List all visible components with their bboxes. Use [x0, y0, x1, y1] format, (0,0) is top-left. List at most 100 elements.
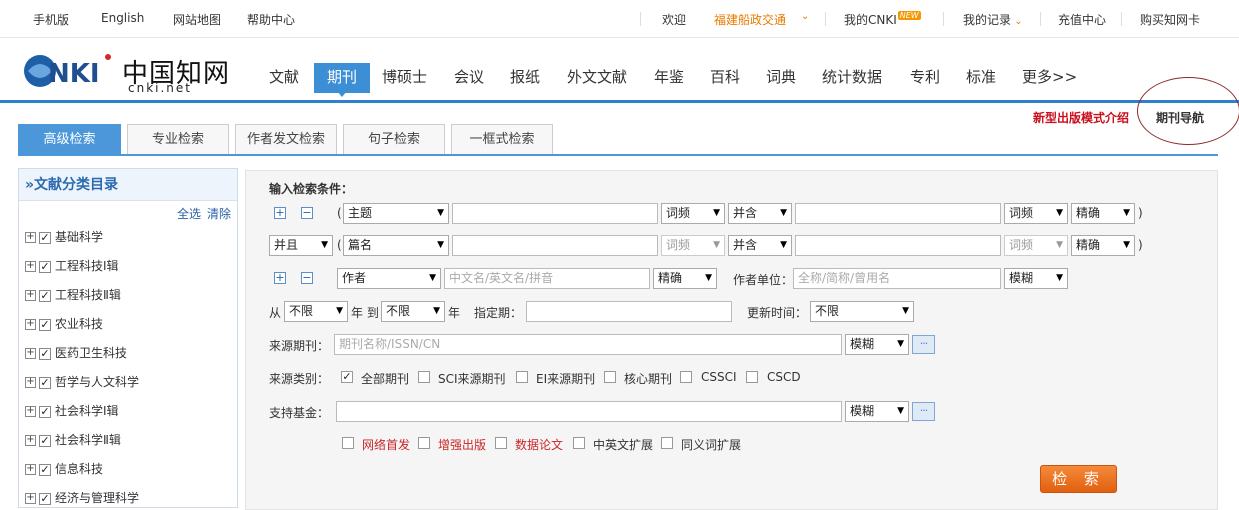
option-sci[interactable]: SCI来源期刊	[438, 370, 506, 387]
add-author-icon[interactable]: +	[274, 272, 286, 284]
unit-match-select[interactable]: 模糊 ▼	[1004, 268, 1068, 289]
sidebar-item-label[interactable]: 信息科技	[55, 462, 103, 476]
org-name[interactable]: 福建船政交通	[714, 11, 786, 28]
source-journal-input[interactable]: 期刊名称/ISSN/CN	[334, 334, 842, 355]
nav-item-dictionary[interactable]: 词典	[766, 64, 796, 94]
mobile-link[interactable]: 手机版	[33, 11, 69, 28]
option-ei[interactable]: EI来源期刊	[536, 370, 595, 387]
nav-item-newspaper[interactable]: 报纸	[510, 64, 540, 94]
nav-item-standard[interactable]: 标准	[966, 64, 996, 94]
nav-item-statistics[interactable]: 统计数据	[822, 64, 882, 94]
nav-item-foreign[interactable]: 外文文献	[567, 64, 627, 94]
sidebar-item-label[interactable]: 基础科学	[55, 230, 103, 244]
field-select-1[interactable]: 主题 ▼	[343, 203, 449, 224]
more-options-button[interactable]: ···	[912, 335, 935, 354]
update-time-select[interactable]: 不限 ▼	[810, 301, 914, 322]
sidebar-item-label[interactable]: 社会科学Ⅱ辑	[55, 433, 121, 447]
checkbox-data-paper[interactable]	[495, 437, 507, 449]
nav-item-journal[interactable]: 期刊	[314, 63, 370, 93]
tab-sentence-search[interactable]: 句子检索	[343, 124, 445, 154]
english-link[interactable]: English	[101, 11, 144, 25]
new-mode-link[interactable]: 新型出版模式介绍	[1033, 109, 1129, 126]
clear-link[interactable]: 清除	[207, 205, 231, 222]
add-row-icon[interactable]: +	[274, 207, 286, 219]
expand-icon[interactable]: +	[25, 290, 36, 301]
option-cn-en-expand[interactable]: 中英文扩展	[593, 436, 653, 453]
option-cssci[interactable]: CSSCI	[701, 370, 737, 384]
buy-card-link[interactable]: 购买知网卡	[1140, 11, 1200, 28]
keyword-input-4[interactable]	[795, 235, 1001, 256]
option-core[interactable]: 核心期刊	[624, 370, 672, 387]
checkbox-checked[interactable]: ✓	[39, 231, 51, 244]
combine-select-1[interactable]: 并含 ▼	[728, 203, 792, 224]
nav-item-thesis[interactable]: 博硕士	[382, 64, 427, 94]
expand-icon[interactable]: +	[25, 435, 36, 446]
option-data-paper[interactable]: 数据论文	[515, 436, 563, 453]
option-cscd[interactable]: CSCD	[767, 370, 801, 384]
from-year-select[interactable]: 不限 ▼	[284, 301, 348, 322]
checkbox-all-journals[interactable]: ✓	[341, 371, 353, 383]
checkbox-checked[interactable]: ✓	[39, 492, 51, 505]
freq-select-4[interactable]: 词频 ▼	[1004, 235, 1068, 256]
select-all-link[interactable]: 全选	[177, 205, 201, 222]
checkbox-online-first[interactable]	[342, 437, 354, 449]
combine-select-2[interactable]: 并含 ▼	[728, 235, 792, 256]
tab-onebox-search[interactable]: 一框式检索	[451, 124, 553, 154]
expand-icon[interactable]: +	[25, 319, 36, 330]
tab-author-search[interactable]: 作者发文检索	[235, 124, 337, 154]
option-synonym-expand[interactable]: 同义词扩展	[681, 436, 741, 453]
author-unit-input[interactable]: 全称/简称/曾用名	[793, 268, 1001, 289]
search-button[interactable]: 检 索	[1040, 465, 1117, 493]
nav-item-conference[interactable]: 会议	[454, 64, 484, 94]
checkbox-cn-en-expand[interactable]	[573, 437, 585, 449]
source-match-select[interactable]: 模糊 ▼	[845, 334, 909, 355]
expand-icon[interactable]: +	[25, 232, 36, 243]
nav-item-yearbook[interactable]: 年鉴	[654, 64, 684, 94]
tab-advanced-search[interactable]: 高级检索	[18, 124, 121, 154]
checkbox-checked[interactable]: ✓	[39, 318, 51, 331]
checkbox-cscd[interactable]	[746, 371, 758, 383]
sidebar-item-label[interactable]: 哲学与人文科学	[55, 375, 139, 389]
help-link[interactable]: 帮助中心	[247, 11, 295, 28]
sidebar-item-label[interactable]: 工程科技Ⅱ辑	[55, 288, 121, 302]
keyword-input-3[interactable]	[452, 235, 658, 256]
checkbox-ei[interactable]	[516, 371, 528, 383]
checkbox-checked[interactable]: ✓	[39, 376, 51, 389]
checkbox-checked[interactable]: ✓	[39, 434, 51, 447]
checkbox-synonym-expand[interactable]	[661, 437, 673, 449]
field-select-2[interactable]: 篇名 ▼	[343, 235, 449, 256]
sidebar-item-label[interactable]: 经济与管理科学	[55, 491, 139, 505]
more-options-button[interactable]: ···	[912, 402, 935, 421]
recharge-link[interactable]: 充值中心	[1058, 11, 1106, 28]
author-name-input[interactable]: 中文名/英文名/拼音	[444, 268, 650, 289]
fund-match-select[interactable]: 模糊 ▼	[845, 401, 909, 422]
checkbox-checked[interactable]: ✓	[39, 260, 51, 273]
expand-icon[interactable]: +	[25, 493, 36, 504]
mycnki-link[interactable]: 我的CNKI NEW	[844, 11, 921, 28]
freq-select-2[interactable]: 词频 ▼	[1004, 203, 1068, 224]
sidebar-item-label[interactable]: 工程科技Ⅰ辑	[55, 259, 119, 273]
match-select-1[interactable]: 精确 ▼	[1071, 203, 1135, 224]
sidebar-item-label[interactable]: 农业科技	[55, 317, 103, 331]
fund-input[interactable]	[336, 401, 842, 422]
option-all-journals[interactable]: 全部期刊	[361, 370, 409, 387]
expand-icon[interactable]: +	[25, 377, 36, 388]
expand-icon[interactable]: +	[25, 348, 36, 359]
checkbox-checked[interactable]: ✓	[39, 289, 51, 302]
cnki-logo[interactable]: NKI 中国知网 cnki.net	[22, 49, 229, 95]
nav-item-more[interactable]: 更多>>	[1022, 64, 1077, 94]
chevron-down-icon[interactable]: ⌄	[801, 11, 809, 22]
remove-row-icon[interactable]: −	[301, 207, 313, 219]
author-field-select[interactable]: 作者 ▼	[337, 268, 441, 289]
logic-select-2[interactable]: 并且 ▼	[269, 235, 333, 256]
author-match-select[interactable]: 精确 ▼	[653, 268, 717, 289]
records-link[interactable]: 我的记录 ⌄	[963, 11, 1023, 28]
checkbox-sci[interactable]	[418, 371, 430, 383]
freq-select-3[interactable]: 词频 ▼	[661, 235, 725, 256]
expand-icon[interactable]: +	[25, 261, 36, 272]
checkbox-checked[interactable]: ✓	[39, 405, 51, 418]
keyword-input-2[interactable]	[795, 203, 1001, 224]
nav-item-patent[interactable]: 专利	[910, 64, 940, 94]
freq-select-1[interactable]: 词频 ▼	[661, 203, 725, 224]
checkbox-checked[interactable]: ✓	[39, 463, 51, 476]
